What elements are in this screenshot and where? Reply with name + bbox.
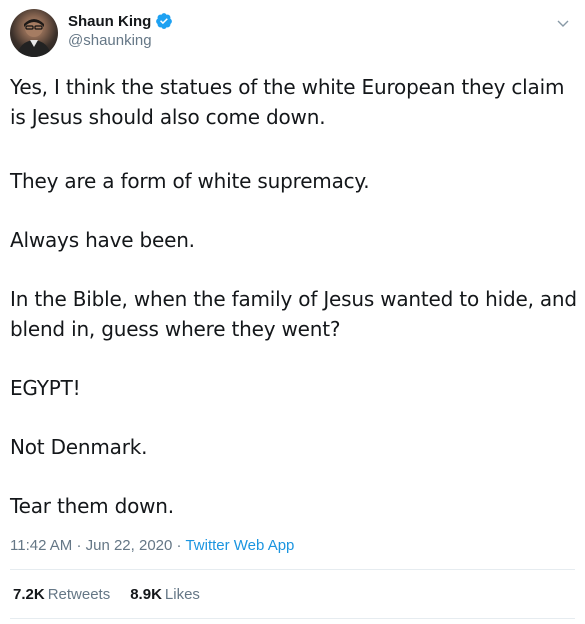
meta-separator: · <box>76 537 82 554</box>
author-name[interactable]: Shaun King <box>68 13 151 30</box>
tweet-text: Yes, I think the statues of the white Eu… <box>10 72 580 521</box>
tweet-time[interactable]: 11:42 AM <box>10 537 72 554</box>
avatar[interactable] <box>10 9 58 57</box>
tweet-paragraph: Yes, I think the statues of the white Eu… <box>10 75 565 129</box>
tweet-card: Shaun King @shaunking Yes, I think the s… <box>0 0 585 624</box>
avatar-image <box>16 19 52 57</box>
verified-badge-icon <box>155 12 173 30</box>
tweet-source-link[interactable]: Twitter Web App <box>185 537 294 554</box>
retweets-count: 7.2K <box>13 586 45 603</box>
chevron-down-icon[interactable] <box>555 15 571 31</box>
meta-separator: · <box>176 537 182 554</box>
tweet-paragraph: Always have been. <box>10 228 195 252</box>
tweet-paragraph: Tear them down. <box>10 494 174 518</box>
likes-stat[interactable]: 8.9K Likes <box>130 586 200 603</box>
divider <box>10 618 575 619</box>
retweets-stat[interactable]: 7.2K Retweets <box>13 586 110 603</box>
author-handle[interactable]: @shaunking <box>68 32 173 49</box>
tweet-stats: 7.2K Retweets 8.9K Likes <box>13 586 200 603</box>
tweet-paragraph: Not Denmark. <box>10 435 148 459</box>
tweet-paragraph: EGYPT! <box>10 376 81 400</box>
tweet-meta: 11:42 AM · Jun 22, 2020 · Twitter Web Ap… <box>10 537 294 554</box>
tweet-paragraph: In the Bible, when the family of Jesus w… <box>10 287 577 341</box>
author-info: Shaun King @shaunking <box>68 12 173 49</box>
retweets-label: Retweets <box>47 586 111 603</box>
likes-label: Likes <box>164 586 200 603</box>
tweet-date[interactable]: Jun 22, 2020 <box>86 537 173 554</box>
tweet-header: Shaun King @shaunking <box>10 9 575 57</box>
likes-count: 8.9K <box>130 586 162 603</box>
tweet-paragraph: They are a form of white supremacy. <box>10 169 370 193</box>
divider <box>10 569 575 570</box>
